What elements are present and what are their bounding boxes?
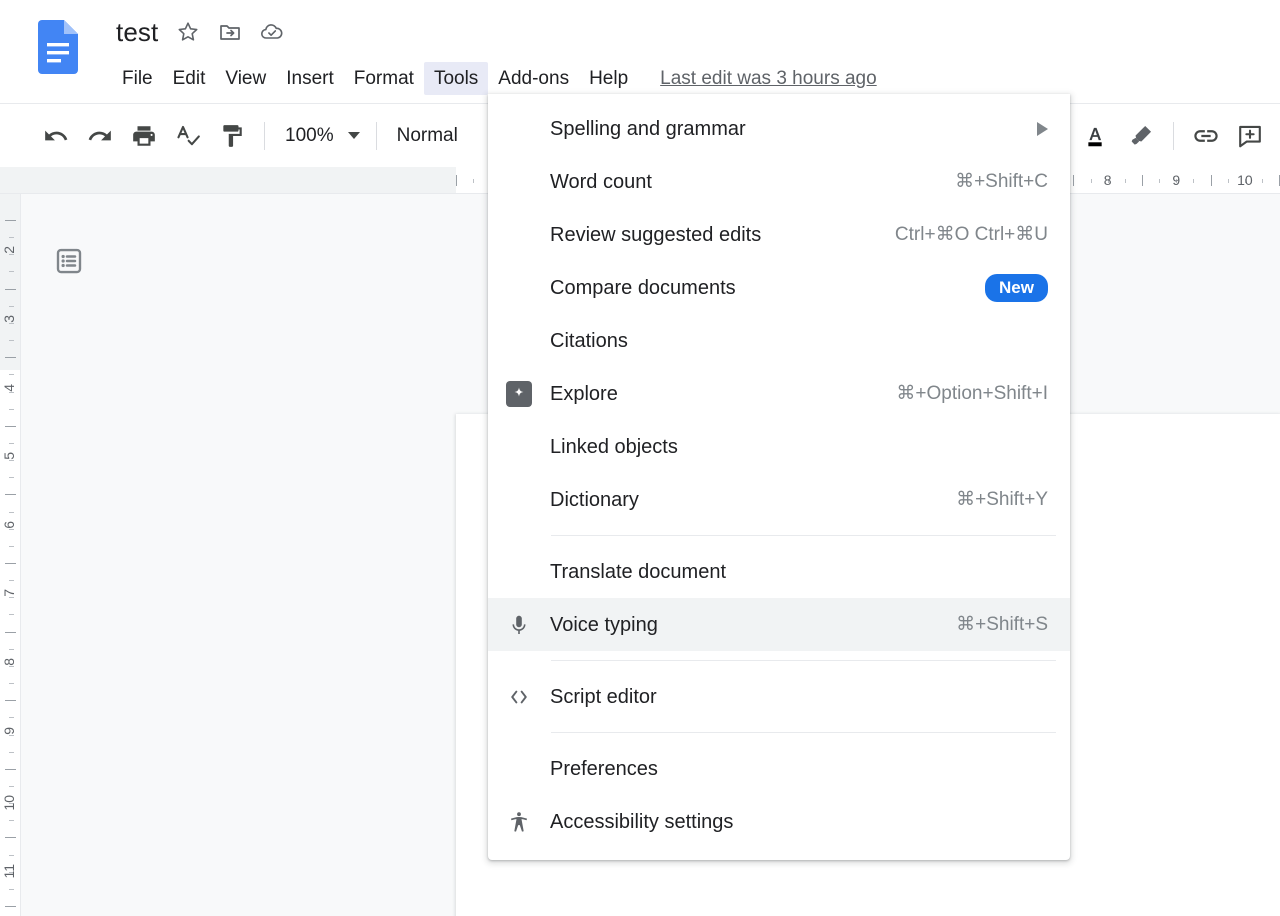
menu-item-shortcut: ⌘+Shift+C [955, 170, 1048, 192]
menu-item-label: Spelling and grammar [550, 117, 746, 140]
tools-dropdown-menu: Spelling and grammar Word count ⌘+Shift+… [488, 94, 1070, 860]
cloud-saved-icon[interactable] [254, 14, 290, 50]
menu-item-shortcut: ⌘+Shift+S [956, 613, 1048, 635]
zoom-level-dropdown[interactable]: 100% [275, 118, 366, 154]
menu-item-label: Voice typing [550, 613, 658, 636]
undo-icon[interactable] [34, 114, 78, 158]
menu-divider [551, 660, 1056, 661]
submenu-arrow-icon [1037, 121, 1048, 136]
menu-item-shortcut: ⌘+Option+Shift+I [896, 382, 1048, 404]
microphone-icon [512, 615, 526, 634]
menu-item-icon-slot [488, 810, 550, 834]
document-title-row: test [114, 14, 290, 50]
menu-view[interactable]: View [215, 62, 276, 95]
menu-item-label: Linked objects [550, 435, 678, 458]
explore-sparkle-icon [506, 380, 532, 407]
move-to-folder-icon[interactable] [212, 14, 248, 50]
insert-link-icon[interactable] [1184, 114, 1228, 158]
menu-item-icon-slot [488, 613, 550, 637]
menu-item-shortcut: Ctrl+⌘O Ctrl+⌘U [894, 223, 1048, 245]
menu-item-label: Word count [550, 170, 652, 193]
menu-item-citations[interactable]: Citations [488, 314, 1070, 367]
add-comment-icon[interactable] [1228, 114, 1272, 158]
last-edit-status[interactable]: Last edit was 3 hours ago [660, 66, 877, 91]
paragraph-style-value: Normal [396, 124, 458, 146]
menu-add-ons[interactable]: Add-ons [488, 62, 579, 95]
menu-item-review-suggested-edits[interactable]: Review suggested edits Ctrl+⌘O Ctrl+⌘U [488, 208, 1070, 261]
menu-item-accessibility-settings[interactable]: Accessibility settings [488, 795, 1070, 848]
highlight-color-icon[interactable] [1119, 114, 1163, 158]
zoom-level-value: 100% [285, 124, 334, 146]
menu-item-spelling-and-grammar[interactable]: Spelling and grammar [488, 102, 1070, 155]
menu-item-label: Translate document [550, 560, 727, 583]
star-icon[interactable] [170, 14, 206, 50]
document-outline-icon[interactable] [54, 246, 84, 276]
menu-item-linked-objects[interactable]: Linked objects [488, 420, 1070, 473]
paint-format-icon[interactable] [210, 114, 254, 158]
menu-item-label: Review suggested edits [550, 223, 762, 246]
accessibility-person-icon [511, 811, 527, 832]
google-docs-window: test File Edit View Insert Format Tools … [0, 0, 1280, 916]
menu-item-word-count[interactable]: Word count ⌘+Shift+C [488, 155, 1070, 208]
menu-item-script-editor[interactable]: Script editor [488, 670, 1070, 723]
toolbar-divider [264, 121, 265, 150]
menu-item-label: Dictionary [550, 488, 639, 511]
app-header: test File Edit View Insert Format Tools … [0, 0, 1280, 103]
menu-item-icon-slot [488, 380, 550, 407]
menu-edit[interactable]: Edit [163, 62, 216, 95]
vertical-ruler[interactable]: 2 3 4 5 6 7 8 9 10 11 [0, 194, 21, 916]
menu-item-dictionary[interactable]: Dictionary ⌘+Shift+Y [488, 473, 1070, 526]
menu-item-shortcut: ⌘+Shift+Y [956, 488, 1048, 510]
paragraph-style-dropdown[interactable]: Normal [387, 118, 468, 154]
menu-format[interactable]: Format [344, 62, 424, 95]
menu-item-icon-slot [488, 685, 550, 709]
menu-item-voice-typing[interactable]: Voice typing ⌘+Shift+S [488, 598, 1070, 651]
menu-item-label: Preferences [550, 757, 658, 780]
menu-file[interactable]: File [112, 62, 163, 95]
menu-item-label: Accessibility settings [550, 810, 734, 833]
menu-item-label: Script editor [550, 685, 657, 708]
menu-item-label: Explore [550, 382, 618, 405]
redo-icon[interactable] [78, 114, 122, 158]
text-color-icon[interactable] [1075, 114, 1119, 158]
code-brackets-icon [511, 690, 527, 703]
menu-item-compare-documents[interactable]: Compare documents New [488, 261, 1070, 314]
menu-tools[interactable]: Tools [423, 61, 489, 95]
menu-item-label: Citations [550, 329, 628, 352]
menu-insert[interactable]: Insert [276, 62, 344, 95]
menu-divider [551, 535, 1056, 536]
chevron-down-icon [347, 132, 360, 139]
menu-item-translate-document[interactable]: Translate document [488, 545, 1070, 598]
menu-help[interactable]: Help [579, 62, 638, 95]
docs-file-icon[interactable] [38, 20, 78, 74]
status-badge-new: New [985, 273, 1048, 302]
toolbar-divider [1173, 122, 1174, 150]
toolbar-left-group: 100% Normal [0, 114, 468, 158]
menu-item-label: Compare documents [550, 276, 736, 299]
menu-bar: File Edit View Insert Format Tools Add-o… [112, 61, 877, 95]
document-title[interactable]: test [114, 14, 164, 50]
toolbar-right-group [1075, 104, 1272, 168]
menu-item-preferences[interactable]: Preferences [488, 742, 1070, 795]
spelling-check-icon[interactable] [166, 114, 210, 158]
menu-divider [551, 732, 1056, 733]
menu-item-explore[interactable]: Explore ⌘+Option+Shift+I [488, 367, 1070, 420]
toolbar-divider [375, 121, 377, 150]
print-icon[interactable] [122, 114, 166, 158]
